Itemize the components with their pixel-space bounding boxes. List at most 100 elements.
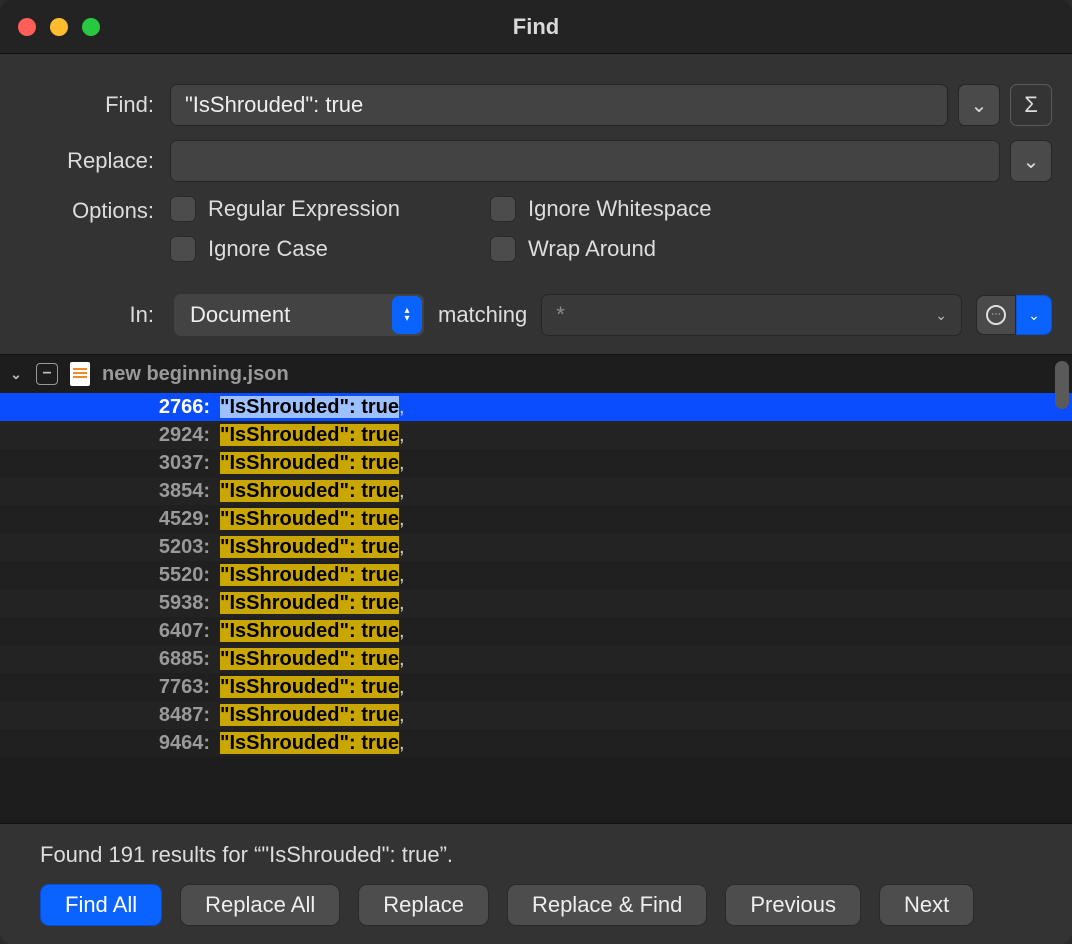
result-row[interactable]: 3854:"IsShrouded": true, (0, 477, 1072, 505)
result-row[interactable]: 6407:"IsShrouded": true, (0, 617, 1072, 645)
result-list[interactable]: 2766:"IsShrouded": true,2924:"IsShrouded… (0, 393, 1072, 823)
match-highlight: "IsShrouded": true (220, 564, 399, 586)
replace-input[interactable] (170, 140, 1000, 182)
line-number: 5938: (0, 592, 220, 615)
chevron-down-icon: ⌄ (1023, 149, 1040, 174)
result-row[interactable]: 8487:"IsShrouded": true, (0, 701, 1072, 729)
result-row[interactable]: 5203:"IsShrouded": true, (0, 533, 1072, 561)
result-row[interactable]: 9464:"IsShrouded": true, (0, 729, 1072, 757)
line-number: 3854: (0, 480, 220, 503)
find-input[interactable] (170, 84, 948, 126)
window-controls (18, 18, 100, 36)
result-row[interactable]: 6885:"IsShrouded": true, (0, 645, 1072, 673)
match-highlight: "IsShrouded": true (220, 396, 399, 418)
titlebar: Find (0, 0, 1072, 54)
button-bar: Find All Replace All Replace Replace & F… (40, 884, 1044, 926)
minimize-window-button[interactable] (50, 18, 68, 36)
line-number: 6407: (0, 620, 220, 643)
scrollbar-thumb[interactable] (1055, 361, 1069, 409)
match-content: "IsShrouded": true, (220, 452, 405, 475)
file-icon (70, 362, 90, 386)
replace-all-button[interactable]: Replace All (180, 884, 340, 926)
match-content: "IsShrouded": true, (220, 508, 405, 531)
match-content: "IsShrouded": true, (220, 480, 405, 503)
match-highlight: "IsShrouded": true (220, 648, 399, 670)
replace-label: Replace: (20, 148, 160, 174)
result-row[interactable]: 7763:"IsShrouded": true, (0, 673, 1072, 701)
scope-select[interactable]: Document (174, 294, 424, 336)
options-menu-button[interactable]: ⋯ (976, 295, 1016, 335)
option-regex[interactable]: Regular Expression (170, 196, 480, 222)
options-grid: Regular Expression Ignore Whitespace Ign… (170, 196, 800, 262)
option-wrap-around[interactable]: Wrap Around (490, 236, 800, 262)
config-dropdown-button[interactable]: ⌄ (1016, 295, 1052, 335)
replace-button[interactable]: Replace (358, 884, 489, 926)
match-trailing: , (399, 564, 405, 586)
option-ignore-case[interactable]: Ignore Case (170, 236, 480, 262)
match-trailing: , (399, 592, 405, 614)
match-trailing: , (399, 452, 405, 474)
match-highlight: "IsShrouded": true (220, 452, 399, 474)
match-highlight: "IsShrouded": true (220, 620, 399, 642)
match-trailing: , (399, 424, 405, 446)
result-row[interactable]: 5520:"IsShrouded": true, (0, 561, 1072, 589)
ellipsis-icon: ⋯ (986, 305, 1006, 325)
result-row[interactable]: 2924:"IsShrouded": true, (0, 421, 1072, 449)
close-window-button[interactable] (18, 18, 36, 36)
match-highlight: "IsShrouded": true (220, 536, 399, 558)
option-ignore-whitespace[interactable]: Ignore Whitespace (490, 196, 800, 222)
find-history-dropdown[interactable]: ⌄ (958, 84, 1000, 126)
status-text: Found 191 results for “"IsShrouded": tru… (40, 842, 1044, 868)
match-content: "IsShrouded": true, (220, 732, 405, 755)
next-button[interactable]: Next (879, 884, 974, 926)
line-number: 5203: (0, 536, 220, 559)
in-label: In: (20, 302, 160, 328)
replace-history-dropdown[interactable]: ⌄ (1010, 140, 1052, 182)
option-ignore-case-label: Ignore Case (208, 236, 328, 262)
collapse-icon[interactable]: − (36, 363, 58, 385)
window-title: Find (0, 14, 1072, 40)
line-number: 2766: (0, 396, 220, 419)
match-highlight: "IsShrouded": true (220, 592, 399, 614)
match-highlight: "IsShrouded": true (220, 508, 399, 530)
match-trailing: , (399, 732, 405, 754)
options-label: Options: (20, 196, 160, 224)
replace-and-find-button[interactable]: Replace & Find (507, 884, 707, 926)
find-label: Find: (20, 92, 160, 118)
match-trailing: , (399, 704, 405, 726)
line-number: 8487: (0, 704, 220, 727)
line-number: 9464: (0, 732, 220, 755)
match-content: "IsShrouded": true, (220, 620, 405, 643)
scope-select-value: Document (190, 302, 290, 328)
filter-field[interactable]: * ⌄ (541, 294, 962, 336)
result-row[interactable]: 5938:"IsShrouded": true, (0, 589, 1072, 617)
file-header[interactable]: ⌄ − new beginning.json (0, 355, 1072, 393)
find-all-button[interactable]: Find All (40, 884, 162, 926)
updown-arrows-icon (392, 296, 422, 334)
match-highlight: "IsShrouded": true (220, 732, 399, 754)
checkbox-icon (170, 196, 196, 222)
match-content: "IsShrouded": true, (220, 536, 405, 559)
match-content: "IsShrouded": true, (220, 704, 405, 727)
result-row[interactable]: 2766:"IsShrouded": true, (0, 393, 1072, 421)
config-group: ⋯ ⌄ (976, 295, 1052, 335)
match-content: "IsShrouded": true, (220, 424, 405, 447)
disclosure-triangle-icon[interactable]: ⌄ (8, 366, 24, 383)
checkbox-icon (490, 236, 516, 262)
result-row[interactable]: 4529:"IsShrouded": true, (0, 505, 1072, 533)
match-trailing: , (399, 620, 405, 642)
previous-button[interactable]: Previous (725, 884, 861, 926)
footer: Found 191 results for “"IsShrouded": tru… (0, 823, 1072, 944)
chevron-down-icon: ⌄ (971, 93, 988, 118)
matching-label: matching (438, 302, 527, 328)
chevron-down-icon: ⌄ (1028, 307, 1040, 324)
match-trailing: , (399, 536, 405, 558)
line-number: 5520: (0, 564, 220, 587)
sigma-button[interactable]: Σ (1010, 84, 1052, 126)
checkbox-icon (490, 196, 516, 222)
match-highlight: "IsShrouded": true (220, 704, 399, 726)
match-content: "IsShrouded": true, (220, 564, 405, 587)
result-row[interactable]: 3037:"IsShrouded": true, (0, 449, 1072, 477)
zoom-window-button[interactable] (82, 18, 100, 36)
match-content: "IsShrouded": true, (220, 648, 405, 671)
